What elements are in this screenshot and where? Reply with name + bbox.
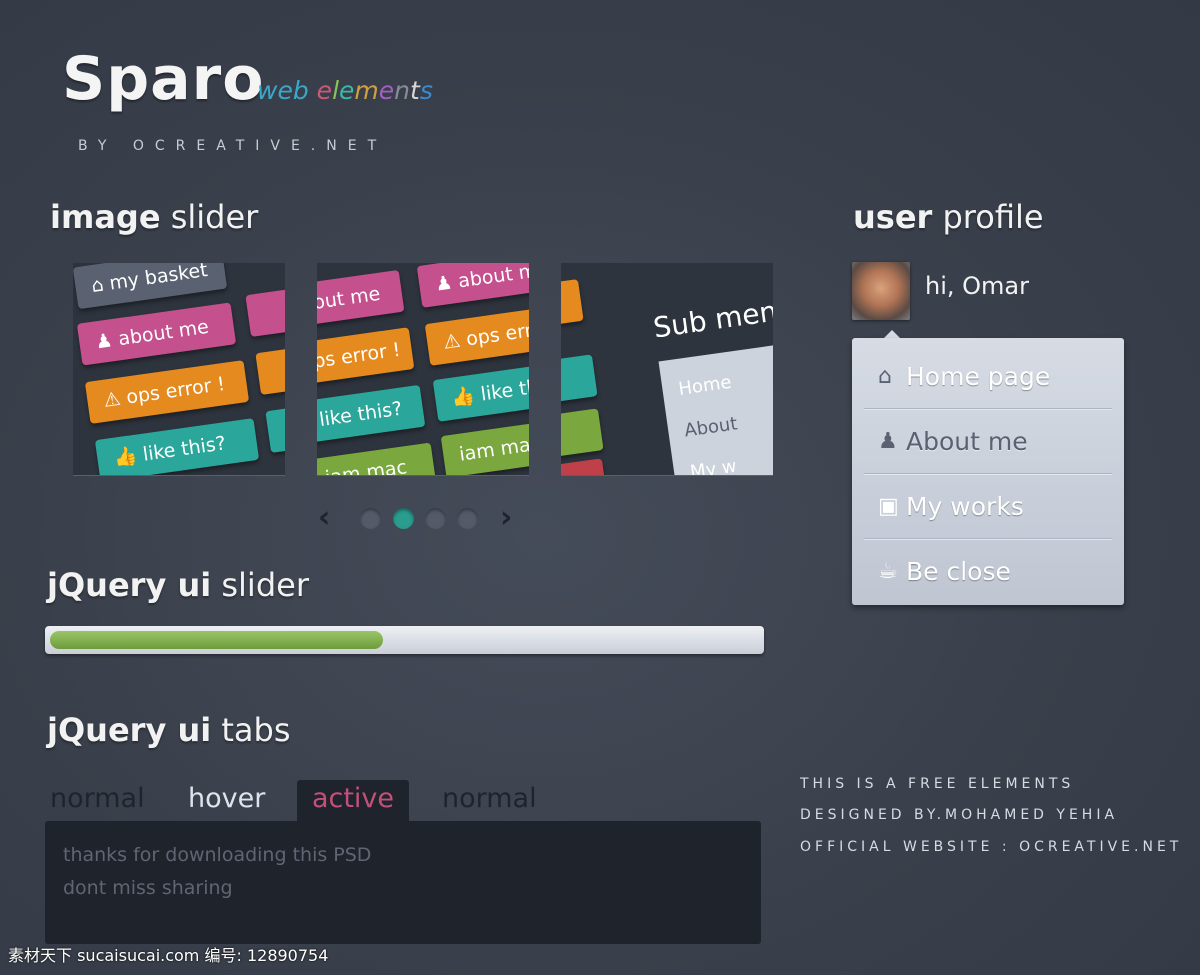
menu-pointer <box>884 330 900 338</box>
slide-button: ⚠ ops error <box>424 306 529 366</box>
image-icon: ▣ <box>878 493 899 519</box>
app-title: Sparo <box>62 44 265 114</box>
image-slider-heading: image slider <box>50 198 258 236</box>
heading-bold: jQuery ui <box>47 711 212 749</box>
heading-bold: jQuery ui <box>47 566 212 604</box>
slide-button: ⚠ ops error ! <box>84 360 250 424</box>
tab-content-line: dont miss sharing <box>63 877 233 899</box>
submenu-preview: Home About My w <box>658 342 773 475</box>
slide-button <box>561 354 598 406</box>
slider-prev-chevron-icon[interactable]: ‹ <box>318 500 330 535</box>
heading-bold: image <box>50 198 161 236</box>
footer-line: DESIGNED BY.MOHAMED YEHIA <box>800 807 1119 823</box>
ui-slider-heading: jQuery ui slider <box>47 566 309 604</box>
menu-item-label: Be close <box>906 557 1011 586</box>
menu-item-label: My works <box>906 491 1024 521</box>
profile-menu: ⌂ Home page ♟ About me ▣ My works ☕ Be close <box>852 338 1124 605</box>
byline: BY OCREATIVE.NET <box>78 138 388 154</box>
avatar[interactable] <box>852 262 910 320</box>
user-icon: ♟ <box>878 428 898 454</box>
menu-item-my-works[interactable]: ▣ My works <box>864 474 1112 539</box>
tab-normal[interactable]: normal <box>50 780 145 822</box>
slide-2[interactable]: out me ♟ about me ps error ! ⚠ ops error… <box>317 263 529 475</box>
slide-3[interactable]: Sub men Home About My w <box>561 263 773 475</box>
slide-button: 👍 like this <box>432 362 529 422</box>
slide-button: ♟ about me <box>416 263 529 308</box>
user-profile-heading: user profile <box>853 198 1044 236</box>
slide-button <box>265 403 285 453</box>
app-subtitle: web elements <box>257 76 433 105</box>
menu-item-home-page[interactable]: ⌂ Home page <box>864 344 1112 409</box>
slide-button: ♟ about me <box>76 302 237 366</box>
slide-button: iam mac <box>317 442 437 475</box>
ui-slider-range[interactable] <box>50 631 384 649</box>
slide-button <box>245 287 285 337</box>
menu-item-be-close[interactable]: ☕ Be close <box>864 539 1112 604</box>
slide-button <box>255 345 285 395</box>
submenu-title: Sub men <box>651 294 773 345</box>
footer-line: THIS IS A FREE ELEMENTS <box>800 776 1075 792</box>
tab-hover[interactable]: hover <box>188 780 265 822</box>
slide-button <box>561 408 604 460</box>
slider-next-chevron-icon[interactable]: › <box>500 500 512 535</box>
slide-button: like this? <box>317 384 426 444</box>
coffee-icon: ☕ <box>878 559 898 584</box>
slide-button <box>561 458 608 475</box>
slide-button: out me <box>317 269 405 327</box>
slider-dot-1[interactable] <box>360 508 381 529</box>
heading-rest: tabs <box>211 711 291 749</box>
slide-button: ps error ! <box>317 327 415 385</box>
slide-button: ⌂ my basket <box>73 263 228 310</box>
heading-bold: user <box>853 198 933 236</box>
slider-dot-2[interactable] <box>393 508 414 529</box>
footer-line: OFFICIAL WEBSITE : OCREATIVE.NET <box>800 839 1183 855</box>
tab-panel: thanks for downloading this PSD dont mis… <box>45 821 761 944</box>
slider-dot-3[interactable] <box>425 508 446 529</box>
user-greeting: hi, Omar <box>925 272 1029 300</box>
slide-button: iam mac <box>440 418 529 475</box>
heading-rest: profile <box>932 198 1044 236</box>
heading-rest: slider <box>160 198 259 236</box>
heading-rest: slider <box>211 566 309 604</box>
slide-button <box>561 279 584 329</box>
menu-item-label: About me <box>906 426 1028 456</box>
tab-active[interactable]: active <box>297 780 409 822</box>
menu-item-about-me[interactable]: ♟ About me <box>864 409 1112 474</box>
ui-slider-track[interactable] <box>45 626 764 654</box>
home-icon: ⌂ <box>878 363 892 389</box>
slide-1[interactable]: ⌂ my basket ♟ about me ⚠ ops error ! 👍 l… <box>73 263 285 475</box>
tab-content-line: thanks for downloading this PSD <box>63 844 372 866</box>
slider-dot-4[interactable] <box>457 508 478 529</box>
menu-item-label: Home page <box>906 361 1051 391</box>
slide-button: 👍 like this? <box>94 418 260 475</box>
watermark: 素材天下 sucaisucai.com 编号: 12890754 <box>8 946 329 965</box>
ui-tabs-heading: jQuery ui tabs <box>47 711 291 749</box>
tab-normal-2[interactable]: normal <box>442 780 537 822</box>
